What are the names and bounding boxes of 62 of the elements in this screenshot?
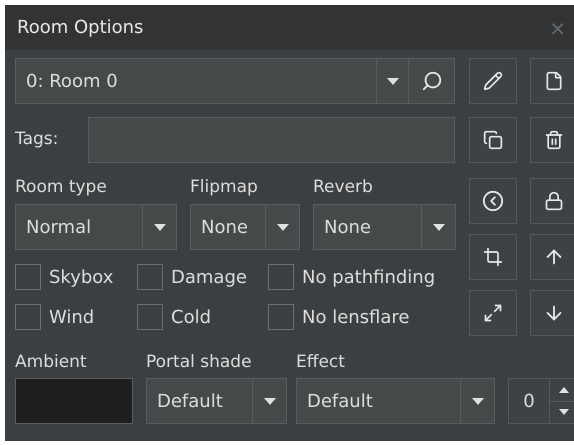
portal-shade-dropdown[interactable]: Default [146,378,287,424]
dropdown[interactable]: None [313,204,456,250]
back-button[interactable] [469,178,517,224]
down-button[interactable] [530,290,574,336]
checkbox[interactable]: Damage [137,262,268,292]
caret-icon [472,398,484,404]
checkbox[interactable]: Skybox [15,262,137,292]
search-icon [420,70,442,92]
down-triangle-icon [558,409,568,416]
chevron-circle-icon [482,190,504,212]
checkbox[interactable]: No pathfinding [268,262,458,292]
checkbox-box[interactable] [15,264,41,290]
crop-button[interactable] [469,234,517,280]
dropdown-label: Reverb [313,176,374,199]
dropdown[interactable]: Normal [15,204,177,250]
checkbox-label: Skybox [49,266,114,290]
resize-button[interactable] [469,290,517,336]
caret-icon [276,224,288,230]
ambient-color-swatch[interactable] [15,378,133,424]
dropdown-label: Room type [15,176,108,199]
checkbox-box[interactable] [137,264,163,290]
checkbox-label: No pathfinding [302,266,436,290]
copy-button[interactable] [469,117,517,163]
checkbox-box[interactable] [15,304,41,330]
amount-spinner[interactable]: 0 [508,378,574,424]
pencil-icon [483,71,503,91]
caret-icon [386,78,398,84]
lock-icon [544,191,564,211]
file-icon [544,71,564,91]
caret-icon [154,224,166,230]
effect-label: Effect [296,351,346,374]
tags-label: Tags: [15,128,60,152]
checkbox[interactable]: Cold [137,302,268,332]
checkbox-box[interactable] [268,264,294,290]
dropdown[interactable]: None [190,204,300,250]
checkbox-label: Cold [171,306,212,330]
portal-shade-label: Portal shade [146,351,253,374]
copy-icon [483,130,503,150]
new-button[interactable] [530,58,574,104]
checkbox-box[interactable] [137,304,163,330]
up-triangle-icon [558,386,568,393]
checkbox-box[interactable] [268,304,294,330]
checkbox-label: Wind [49,306,94,330]
lock-button[interactable] [530,178,574,224]
up-button[interactable] [530,234,574,280]
crop-icon [483,247,503,267]
checkbox-label: Damage [171,266,247,290]
ambient-label: Ambient [15,351,88,374]
diagonal-arrows-icon [483,303,503,323]
checkbox[interactable]: Wind [15,302,137,332]
caret-icon [264,398,276,404]
checkbox-label: No lensflare [302,306,410,330]
window-title: Room Options [17,16,144,40]
spinner-value: 0 [522,390,536,414]
edit-button[interactable] [469,58,517,104]
delete-button[interactable] [530,117,574,163]
trash-icon [544,130,564,150]
effect-dropdown[interactable]: Default [296,378,495,424]
checkbox[interactable]: No lensflare [268,302,458,332]
dropdown-label: Flipmap [190,176,259,199]
caret-icon [432,224,444,230]
tags-field[interactable] [88,117,455,163]
